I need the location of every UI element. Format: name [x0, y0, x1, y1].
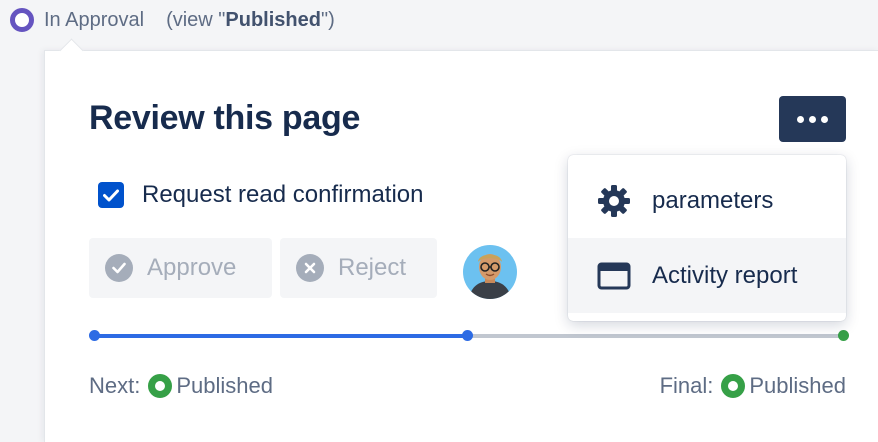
menu-item-label: parameters	[652, 186, 774, 214]
progress-node-start	[89, 330, 100, 341]
cross-circle-icon	[296, 254, 324, 282]
next-state: Next: Published	[89, 373, 273, 399]
more-horizontal-icon	[797, 115, 804, 123]
next-label: Next:	[89, 373, 141, 398]
read-confirmation-checkbox[interactable]	[98, 182, 124, 208]
approve-label: Approve	[147, 254, 237, 281]
status-ring-icon	[10, 8, 34, 32]
window-icon	[596, 258, 632, 294]
read-confirmation-label: Request read confirmation	[142, 181, 424, 208]
status-state: In Approval	[44, 8, 145, 31]
final-label: Final:	[659, 373, 714, 398]
approve-button[interactable]: Approve	[89, 238, 272, 298]
reviewer-avatar[interactable]	[463, 245, 517, 299]
read-confirmation-row[interactable]: Request read confirmation	[98, 181, 423, 209]
next-value: Published	[176, 373, 273, 398]
workflow-progress-track	[89, 330, 849, 341]
page-title: Review this page	[89, 99, 361, 137]
status-view-value: Published	[225, 8, 321, 31]
gear-icon	[596, 183, 632, 219]
check-circle-icon	[105, 254, 133, 282]
menu-item-activity-report[interactable]: Activity report	[568, 238, 846, 313]
more-dot	[809, 115, 816, 123]
published-status-icon	[148, 374, 173, 398]
check-icon	[103, 189, 119, 201]
popup-arrow	[59, 38, 84, 63]
final-state: Final: Published	[660, 373, 846, 399]
status-view-link[interactable]: (view "Published")	[166, 9, 335, 32]
published-status-icon	[721, 374, 746, 398]
progress-node-final	[838, 330, 849, 341]
progress-node-current	[462, 330, 473, 341]
final-value: Published	[749, 373, 846, 398]
menu-item-label: Activity report	[652, 261, 798, 289]
reject-label: Reject	[338, 254, 407, 281]
workflow-status[interactable]: In Approval (view "Published")	[10, 8, 335, 32]
menu-item-parameters[interactable]: parameters	[568, 163, 846, 238]
more-actions-menu: parameters Activity report	[568, 155, 846, 321]
workflow-progress-done	[94, 334, 467, 338]
more-actions-button[interactable]	[779, 96, 846, 142]
reject-button[interactable]: Reject	[280, 238, 437, 298]
review-popup: Review this page Request read confirmati…	[44, 38, 878, 442]
more-dot	[821, 115, 828, 123]
